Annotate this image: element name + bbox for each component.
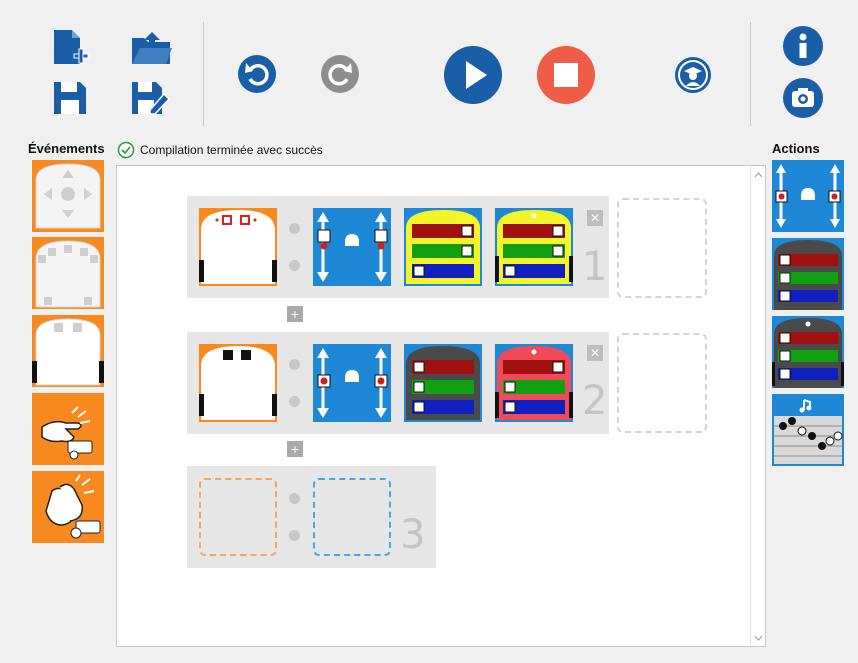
run-button[interactable]: [444, 46, 502, 104]
toolbar-separator: [750, 22, 751, 126]
check-circle-icon: [117, 141, 135, 159]
action-tile-top-color[interactable]: [772, 238, 844, 310]
undo-button[interactable]: [238, 55, 276, 93]
action-tile-bottom-color[interactable]: [772, 316, 844, 388]
open-folder-icon: [132, 32, 172, 64]
motors-icon: [775, 164, 841, 228]
teacher-mode-button[interactable]: [675, 57, 711, 93]
new-file-button[interactable]: [52, 28, 90, 68]
connector-dot: [289, 530, 300, 541]
camera-icon: [792, 88, 814, 107]
motors-icon: [317, 212, 388, 282]
workspace-scrollbar[interactable]: [750, 166, 765, 646]
stop-button[interactable]: [537, 46, 595, 104]
bottom-color-red-icon: [495, 346, 573, 420]
top-color-dark-icon: [406, 346, 480, 420]
info-button[interactable]: [783, 26, 823, 66]
top-color-icon: [774, 240, 842, 310]
row3-empty-action-slot[interactable]: [313, 478, 391, 556]
row-number: 3: [400, 512, 426, 558]
stop-icon: [554, 63, 578, 87]
robot-front-sensors-icon: [199, 210, 277, 284]
connector-dot: [289, 493, 300, 504]
action-tile-music[interactable]: [772, 394, 844, 466]
add-row-button[interactable]: +: [287, 441, 303, 457]
action-tile-motors[interactable]: [772, 160, 844, 232]
robot-ground-sensors-icon: [199, 346, 277, 420]
connector-dot: [289, 359, 300, 370]
tap-hand-icon: [41, 406, 93, 460]
save-as-icon: [132, 82, 171, 115]
row1-bottom-color-block[interactable]: [495, 208, 573, 286]
save-as-button[interactable]: [130, 80, 171, 116]
save-button[interactable]: [52, 80, 88, 116]
info-icon: [799, 33, 807, 58]
bottom-color-yellow-icon: [495, 210, 573, 284]
row1-top-color-block[interactable]: [404, 208, 482, 286]
actions-panel-label: Actions: [772, 141, 820, 156]
screenshot-button[interactable]: [783, 78, 823, 118]
event-tile-buttons[interactable]: [32, 160, 104, 232]
event-tile-tap[interactable]: [32, 393, 104, 465]
row2-bottom-color-block[interactable]: [495, 344, 573, 422]
graduate-icon: [680, 62, 706, 88]
event-tile-ground-sensors[interactable]: [32, 315, 104, 387]
add-row-button[interactable]: +: [287, 306, 303, 322]
undo-icon: [245, 63, 269, 86]
top-color-yellow-icon: [406, 210, 480, 284]
status-text: Compilation terminée avec succès: [140, 143, 323, 157]
scroll-arrows-icon: [754, 172, 763, 641]
bottom-color-icon: [772, 318, 844, 388]
save-icon: [54, 82, 86, 114]
connector-dot: [289, 396, 300, 407]
row2-top-color-block[interactable]: [404, 344, 482, 422]
event-tile-front-sensors[interactable]: [32, 237, 104, 309]
toolbar-separator: [203, 22, 204, 126]
row3-empty-event-slot[interactable]: [199, 478, 277, 556]
row1-remove-button[interactable]: ✕: [587, 210, 603, 226]
robot-buttons-icon: [35, 163, 101, 229]
row2-motors-block[interactable]: [313, 344, 391, 422]
events-panel-label: Événements: [28, 141, 105, 156]
redo-button[interactable]: [321, 55, 359, 93]
row1-motors-block[interactable]: [313, 208, 391, 286]
row-number: 1: [582, 244, 608, 290]
event-tile-clap[interactable]: [32, 471, 104, 543]
row2-event-block[interactable]: [199, 344, 277, 422]
redo-icon: [328, 63, 352, 86]
row1-empty-action-slot[interactable]: [617, 198, 707, 298]
compilation-status: Compilation terminée avec succès: [117, 141, 323, 159]
new-file-icon: [54, 30, 89, 64]
row2-remove-button[interactable]: ✕: [587, 345, 603, 361]
robot-ground-sensors-icon: [32, 318, 104, 386]
row1-event-block[interactable]: [199, 208, 277, 286]
row-number: 2: [582, 378, 608, 424]
music-notes-icon: [774, 399, 843, 464]
connector-dot: [289, 223, 300, 234]
robot-front-sensors-icon: [35, 240, 101, 308]
motors-icon: [317, 348, 388, 418]
row2-empty-action-slot[interactable]: [617, 333, 707, 433]
open-file-button[interactable]: [130, 30, 174, 66]
clap-hands-icon: [45, 474, 101, 539]
connector-dot: [289, 260, 300, 271]
play-icon: [466, 61, 487, 89]
